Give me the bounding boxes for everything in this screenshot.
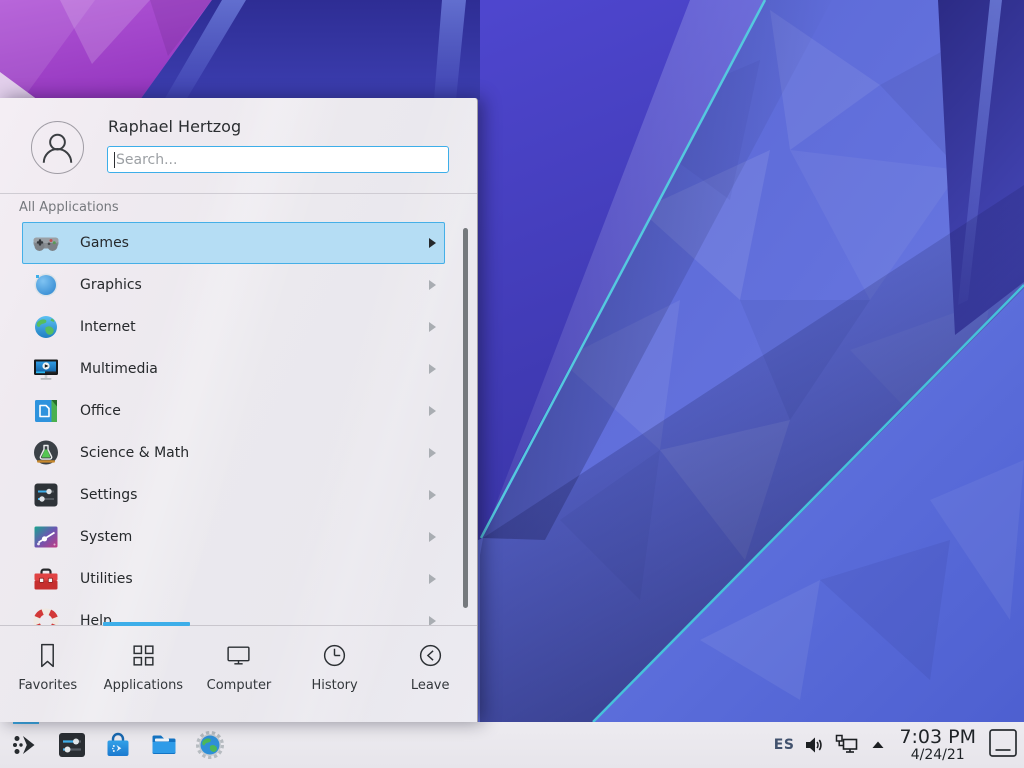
tab-label: Applications (104, 678, 183, 693)
category-row-settings[interactable]: Settings (22, 474, 445, 516)
category-row-games[interactable]: Games (22, 222, 445, 264)
category-list: Games Graphics (0, 222, 478, 625)
category-row-help[interactable]: Help (22, 600, 445, 625)
category-label: Settings (80, 487, 137, 503)
text-cursor (114, 152, 115, 168)
submenu-arrow-icon (429, 616, 436, 625)
tab-label: Favorites (18, 678, 77, 693)
tab-favorites[interactable]: Favorites (0, 626, 96, 722)
category-row-science-math[interactable]: Science & Math (22, 432, 445, 474)
user-avatar[interactable] (31, 121, 84, 174)
system-sliders-icon (32, 523, 60, 551)
category-row-internet[interactable]: Internet (22, 306, 445, 348)
submenu-arrow-icon (429, 490, 436, 500)
category-row-multimedia[interactable]: Multimedia (22, 348, 445, 390)
category-row-utilities[interactable]: Utilities (22, 558, 445, 600)
clock-time: 7:03 PM (899, 728, 976, 748)
show-desktop-button[interactable] (988, 728, 1018, 762)
network-tray-button[interactable] (834, 733, 860, 757)
submenu-arrow-icon (429, 406, 436, 416)
system-tray: ES (765, 728, 1018, 763)
taskbar: ES (0, 722, 1024, 768)
expand-tray-icon (869, 736, 887, 754)
globe-icon (32, 313, 60, 341)
submenu-arrow-icon (429, 280, 436, 290)
sliders-icon (32, 481, 60, 509)
category-row-graphics[interactable]: Graphics (22, 264, 445, 306)
digital-clock[interactable]: 7:03 PM 4/24/21 (899, 728, 976, 763)
submenu-arrow-icon (429, 448, 436, 458)
application-launcher-button[interactable] (8, 728, 43, 763)
toolbox-icon (32, 565, 60, 593)
tab-leave[interactable]: Leave (382, 626, 478, 722)
document-icon (32, 397, 60, 425)
user-name: Raphael Hertzog (108, 117, 241, 136)
volume-icon (803, 734, 825, 756)
category-row-office[interactable]: Office (22, 390, 445, 432)
application-launcher-menu: Raphael Hertzog Search... All Applicatio… (0, 98, 478, 722)
user-icon (32, 122, 83, 174)
globe-gear-icon (194, 729, 226, 761)
tab-label: Computer (207, 678, 272, 693)
plasma-kickoff-icon (10, 729, 42, 761)
tab-label: History (311, 678, 357, 693)
search-placeholder: Search... (116, 152, 177, 168)
web-browser-button[interactable] (192, 728, 227, 763)
category-label: Office (80, 403, 121, 419)
category-label: Utilities (80, 571, 133, 587)
settings-app-icon (56, 729, 88, 761)
system-settings-button[interactable] (54, 728, 89, 763)
submenu-arrow-icon (429, 574, 436, 584)
submenu-arrow-icon (429, 322, 436, 332)
discover-button[interactable] (100, 728, 135, 763)
tab-label: Leave (411, 678, 450, 693)
gamepad-icon (32, 229, 60, 257)
grid-icon (130, 642, 157, 669)
network-icon (834, 733, 860, 757)
show-desktop-icon (988, 728, 1018, 758)
file-manager-button[interactable] (146, 728, 181, 763)
footer-tab-bar: Favorites Applications (0, 626, 478, 722)
monitor-icon (225, 642, 252, 669)
lifebuoy-icon (32, 607, 60, 625)
folder-icon (148, 729, 180, 761)
discover-bag-icon (102, 729, 134, 761)
header-divider (0, 193, 477, 194)
category-label: Games (80, 235, 129, 251)
tab-computer[interactable]: Computer (191, 626, 287, 722)
volume-tray-button[interactable] (803, 734, 825, 756)
clock-date: 4/24/21 (899, 748, 976, 763)
sphere-icon (32, 271, 60, 299)
flask-icon (32, 439, 60, 467)
category-row-system[interactable]: System (22, 516, 445, 558)
bookmark-icon (34, 642, 61, 669)
category-label: Science & Math (80, 445, 189, 461)
media-monitor-icon (32, 355, 60, 383)
leave-circle-icon (417, 642, 444, 669)
submenu-arrow-icon (429, 238, 436, 248)
tab-history[interactable]: History (287, 626, 383, 722)
search-input[interactable]: Search... (107, 146, 449, 173)
category-label: Multimedia (80, 361, 158, 377)
expand-tray-button[interactable] (869, 736, 887, 754)
submenu-arrow-icon (429, 364, 436, 374)
category-label: System (80, 529, 132, 545)
section-label: All Applications (19, 200, 119, 215)
keyboard-layout-indicator[interactable]: ES (774, 737, 795, 753)
tab-applications[interactable]: Applications (96, 626, 192, 722)
clock-icon (321, 642, 348, 669)
category-label: Internet (80, 319, 136, 335)
submenu-arrow-icon (429, 532, 436, 542)
category-label: Graphics (80, 277, 142, 293)
scrollbar-thumb[interactable] (463, 228, 468, 608)
desktop: Raphael Hertzog Search... All Applicatio… (0, 0, 1024, 768)
